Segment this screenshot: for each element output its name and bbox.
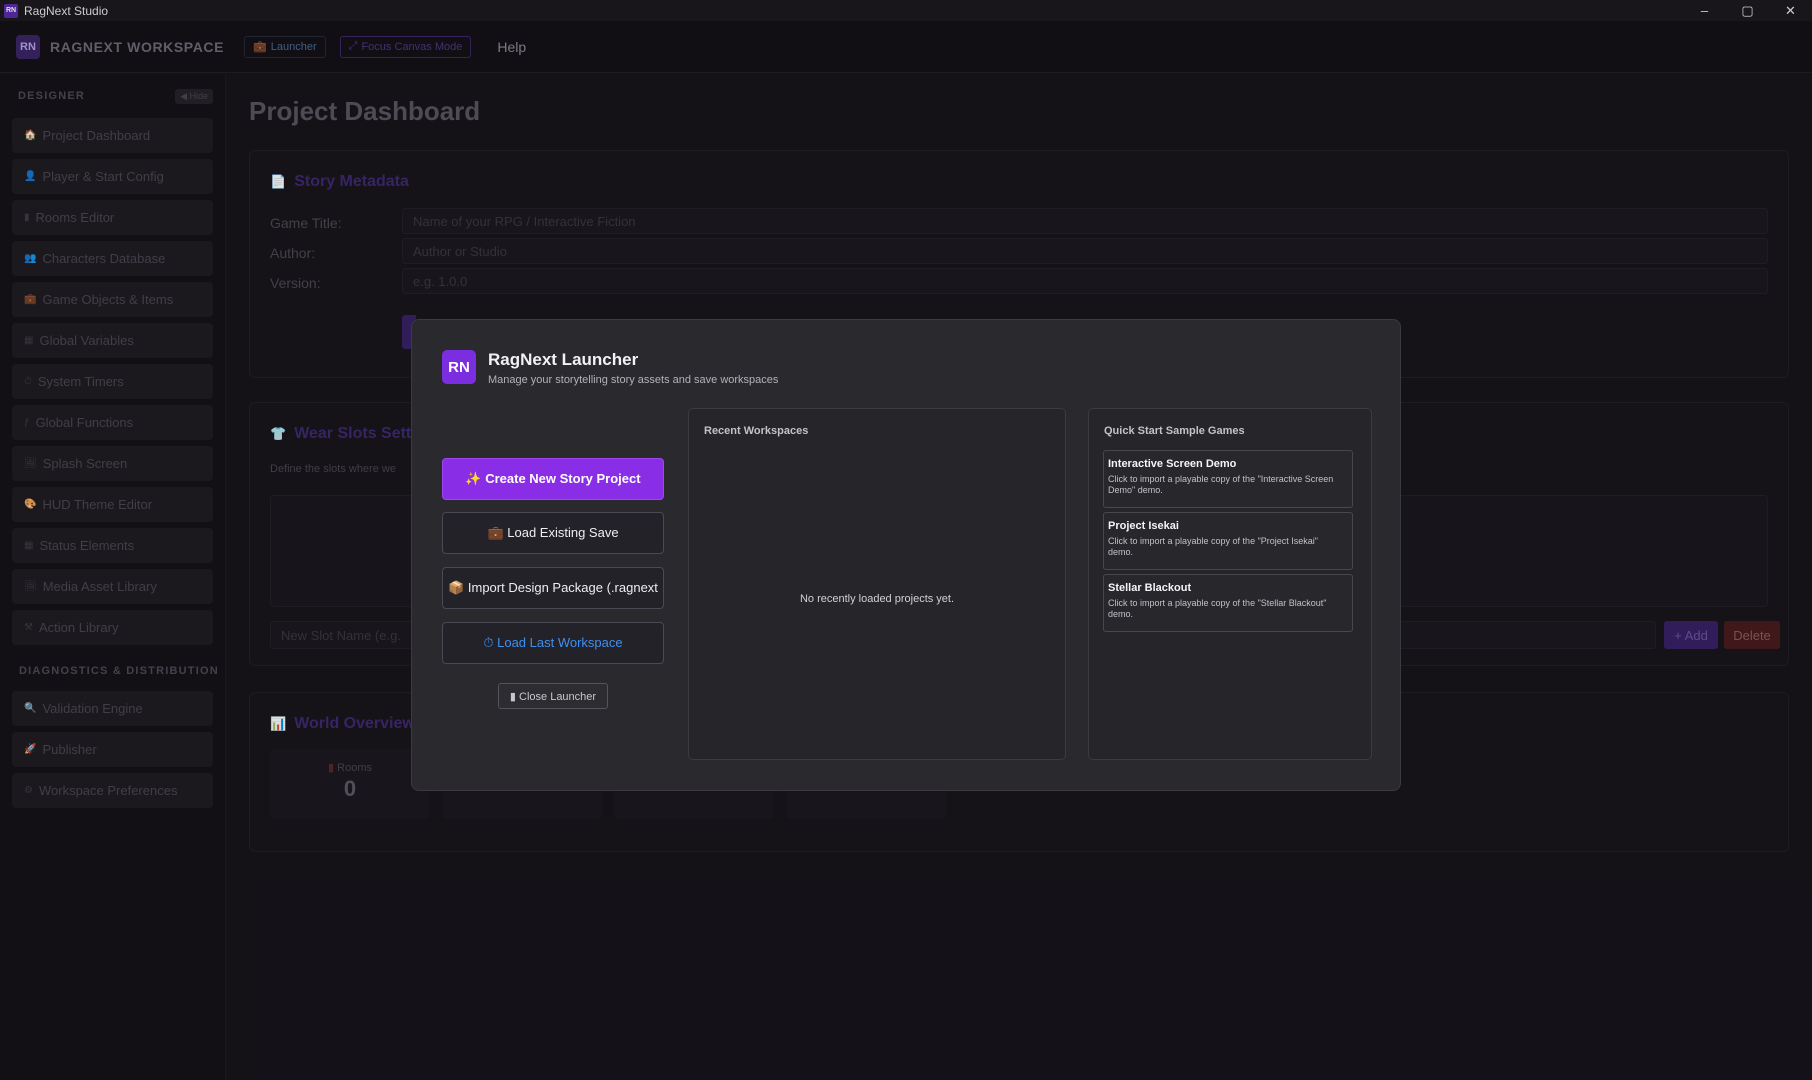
sample-games-title: Quick Start Sample Games [1104,425,1245,437]
recent-workspaces-empty: No recently loaded projects yet. [799,593,955,605]
sample-game-card[interactable]: Interactive Screen Demo Click to import … [1103,450,1353,508]
recent-workspaces-title: Recent Workspaces [704,425,809,437]
load-existing-save-button[interactable]: 💼 Load Existing Save [442,512,664,554]
sample-game-name: Stellar Blackout [1108,582,1192,594]
close-launcher-button[interactable]: ▮ Close Launcher [498,683,608,709]
sample-games-panel: Quick Start Sample Games Interactive Scr… [1088,408,1372,760]
launcher-modal: RN RagNext Launcher Manage your storytel… [411,319,1401,791]
sample-game-description: Click to import a playable copy of the "… [1108,474,1334,495]
launcher-title: RagNext Launcher [488,350,639,369]
load-last-workspace-button[interactable]: ⏱ Load Last Workspace [442,622,664,664]
import-design-package-button[interactable]: 📦 Import Design Package (.ragnext [442,567,664,609]
sample-game-description: Click to import a playable copy of the "… [1108,536,1318,557]
sample-game-card[interactable]: Project Isekai Click to import a playabl… [1103,512,1353,570]
launcher-logo: RN [442,350,476,384]
recent-workspaces-panel: Recent Workspaces No recently loaded pro… [688,408,1066,760]
launcher-subtitle: Manage your storytelling story assets an… [488,374,779,386]
sample-game-card[interactable]: Stellar Blackout Click to import a playa… [1103,574,1353,632]
sample-game-name: Project Isekai [1108,520,1179,532]
sample-game-name: Interactive Screen Demo [1108,458,1237,470]
create-new-project-button[interactable]: ✨ Create New Story Project [442,458,664,500]
sample-game-description: Click to import a playable copy of the "… [1108,598,1327,619]
